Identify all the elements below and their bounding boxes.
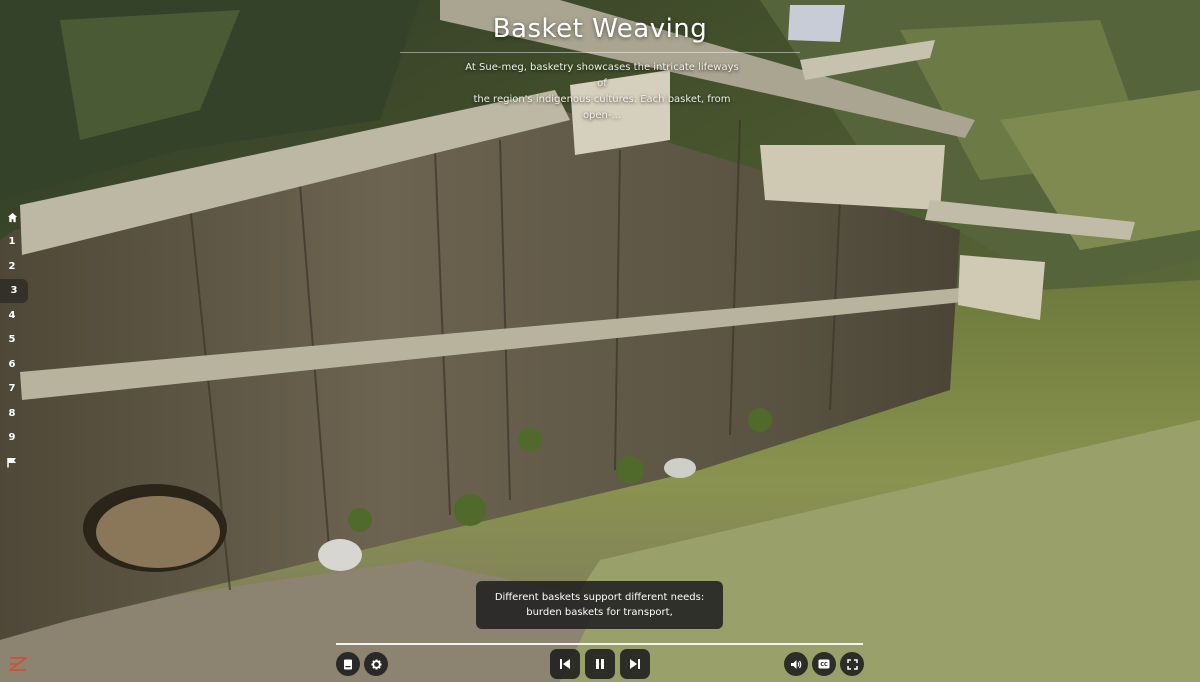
chapter-5[interactable]: 5 <box>0 328 24 353</box>
title-area: Basket Weaving <box>0 14 1200 44</box>
caption-line-1: Different baskets support different need… <box>494 592 705 603</box>
chapter-7[interactable]: 7 <box>0 377 24 402</box>
skip-next-icon <box>630 659 640 669</box>
title-divider <box>400 52 800 53</box>
chapter-2[interactable]: 2 <box>0 254 24 279</box>
description-line-1: At Sue-meg, basketry showcases the intri… <box>465 62 739 89</box>
fullscreen-button[interactable] <box>840 652 864 676</box>
home-icon <box>7 212 17 222</box>
chapter-4[interactable]: 4 <box>0 303 24 328</box>
chapter-9[interactable]: 9 <box>0 426 24 451</box>
description-text: At Sue-meg, basketry showcases the intri… <box>462 60 742 124</box>
skip-previous-icon <box>560 659 570 669</box>
chapter-8[interactable]: 8 <box>0 401 24 426</box>
closed-captions-icon: CC <box>818 659 830 669</box>
fullscreen-icon <box>846 658 858 670</box>
pause-button[interactable] <box>585 649 615 679</box>
book-icon <box>344 659 352 669</box>
progress-fill <box>336 643 863 645</box>
chapter-3[interactable]: 3 <box>0 278 28 303</box>
chapter-1[interactable]: 1 <box>0 230 24 255</box>
chapter-6[interactable]: 6 <box>0 352 24 377</box>
volume-icon <box>791 659 802 669</box>
caption-line-2: burden baskets for transport, <box>526 607 673 618</box>
next-button[interactable] <box>620 649 650 679</box>
volume-button[interactable] <box>784 652 808 676</box>
chapter-nav: 1 2 3 4 5 6 7 8 9 <box>0 205 28 475</box>
pause-icon <box>596 659 604 669</box>
previous-button[interactable] <box>550 649 580 679</box>
transcript-button[interactable] <box>336 652 360 676</box>
progress-bar[interactable] <box>336 643 863 645</box>
gear-icon <box>370 658 382 670</box>
logo-icon <box>7 657 29 671</box>
brand-logo <box>7 656 29 672</box>
description-line-2: the region's indigenous cultures. Each b… <box>473 94 731 121</box>
caption-box: Different baskets support different need… <box>476 581 723 629</box>
svg-text:CC: CC <box>820 662 828 668</box>
flag-icon <box>7 457 16 468</box>
page-title: Basket Weaving <box>492 14 708 44</box>
captions-button[interactable]: CC <box>812 652 836 676</box>
settings-button[interactable] <box>364 652 388 676</box>
end-button[interactable] <box>0 450 24 475</box>
home-button[interactable] <box>0 205 24 230</box>
